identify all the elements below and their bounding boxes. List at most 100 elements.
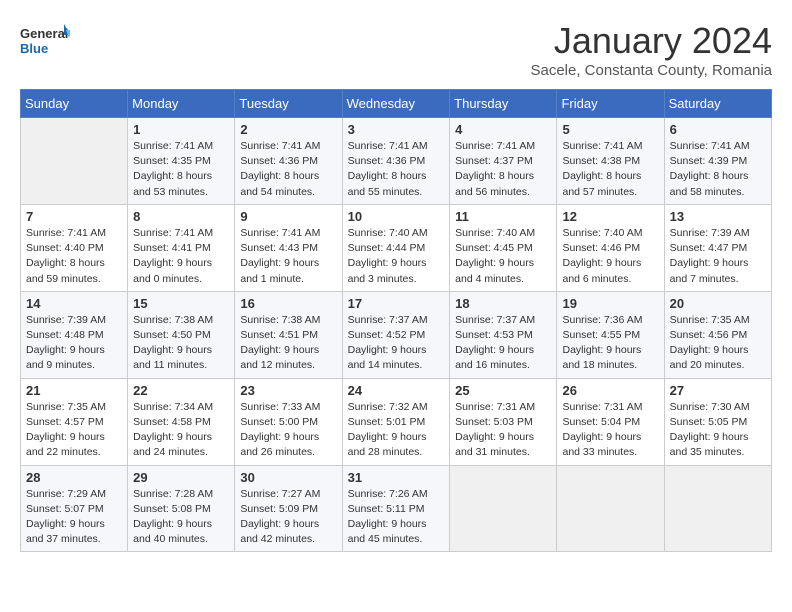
weekday-header-thursday: Thursday — [450, 90, 557, 118]
day-info: Sunrise: 7:39 AM Sunset: 4:47 PM Dayligh… — [670, 226, 766, 287]
day-number: 18 — [455, 296, 551, 311]
week-row-1: 1 Sunrise: 7:41 AM Sunset: 4:35 PM Daylig… — [21, 118, 772, 205]
day-number: 3 — [348, 122, 445, 137]
day-number: 21 — [26, 383, 122, 398]
svg-text:General: General — [20, 26, 68, 41]
calendar-cell: 16 Sunrise: 7:38 AM Sunset: 4:51 PM Dayli… — [235, 291, 342, 378]
calendar-cell: 17 Sunrise: 7:37 AM Sunset: 4:52 PM Dayli… — [342, 291, 450, 378]
month-title: January 2024 — [530, 20, 772, 62]
day-info: Sunrise: 7:41 AM Sunset: 4:35 PM Dayligh… — [133, 139, 229, 200]
day-number: 25 — [455, 383, 551, 398]
week-row-3: 14Sunrise: 7:39 AM Sunset: 4:48 PM Dayli… — [21, 291, 772, 378]
calendar-cell: 29 Sunrise: 7:28 AM Sunset: 5:08 PM Dayli… — [128, 465, 235, 552]
day-number: 9 — [240, 209, 336, 224]
weekday-header-saturday: Saturday — [664, 90, 771, 118]
day-info: Sunrise: 7:35 AM Sunset: 4:56 PM Dayligh… — [670, 313, 766, 374]
calendar-cell: 4 Sunrise: 7:41 AM Sunset: 4:37 PM Daylig… — [450, 118, 557, 205]
calendar-cell: 11 Sunrise: 7:40 AM Sunset: 4:45 PM Dayli… — [450, 204, 557, 291]
calendar-cell: 18 Sunrise: 7:37 AM Sunset: 4:53 PM Dayli… — [450, 291, 557, 378]
day-info: Sunrise: 7:30 AM Sunset: 5:05 PM Dayligh… — [670, 400, 766, 461]
day-number: 11 — [455, 209, 551, 224]
calendar-cell — [450, 465, 557, 552]
calendar-cell: 9 Sunrise: 7:41 AM Sunset: 4:43 PM Daylig… — [235, 204, 342, 291]
day-number: 4 — [455, 122, 551, 137]
day-info: Sunrise: 7:35 AM Sunset: 4:57 PM Dayligh… — [26, 400, 122, 461]
day-info: Sunrise: 7:37 AM Sunset: 4:52 PM Dayligh… — [348, 313, 445, 374]
day-number: 12 — [562, 209, 658, 224]
calendar-cell: 13 Sunrise: 7:39 AM Sunset: 4:47 PM Dayli… — [664, 204, 771, 291]
day-number: 27 — [670, 383, 766, 398]
day-info: Sunrise: 7:28 AM Sunset: 5:08 PM Dayligh… — [133, 487, 229, 548]
calendar-cell: 12 Sunrise: 7:40 AM Sunset: 4:46 PM Dayli… — [557, 204, 664, 291]
day-info: Sunrise: 7:26 AM Sunset: 5:11 PM Dayligh… — [348, 487, 445, 548]
day-info: Sunrise: 7:41 AM Sunset: 4:38 PM Dayligh… — [562, 139, 658, 200]
day-info: Sunrise: 7:31 AM Sunset: 5:04 PM Dayligh… — [562, 400, 658, 461]
calendar-cell — [664, 465, 771, 552]
day-number: 29 — [133, 470, 229, 485]
day-number: 31 — [348, 470, 445, 485]
day-number: 6 — [670, 122, 766, 137]
calendar-cell: 23Sunrise: 7:33 AM Sunset: 5:00 PM Dayli… — [235, 378, 342, 465]
calendar-cell: 24 Sunrise: 7:32 AM Sunset: 5:01 PM Dayli… — [342, 378, 450, 465]
week-row-4: 21 Sunrise: 7:35 AM Sunset: 4:57 PM Dayli… — [21, 378, 772, 465]
weekday-header-row: SundayMondayTuesdayWednesdayThursdayFrid… — [21, 90, 772, 118]
calendar-cell: 27 Sunrise: 7:30 AM Sunset: 5:05 PM Dayli… — [664, 378, 771, 465]
day-info: Sunrise: 7:41 AM Sunset: 4:37 PM Dayligh… — [455, 139, 551, 200]
calendar-cell: 25Sunrise: 7:31 AM Sunset: 5:03 PM Dayli… — [450, 378, 557, 465]
day-info: Sunrise: 7:38 AM Sunset: 4:50 PM Dayligh… — [133, 313, 229, 374]
calendar-cell: 28Sunrise: 7:29 AM Sunset: 5:07 PM Dayli… — [21, 465, 128, 552]
day-number: 17 — [348, 296, 445, 311]
day-info: Sunrise: 7:40 AM Sunset: 4:46 PM Dayligh… — [562, 226, 658, 287]
calendar-cell: 8Sunrise: 7:41 AM Sunset: 4:41 PM Daylig… — [128, 204, 235, 291]
day-info: Sunrise: 7:41 AM Sunset: 4:40 PM Dayligh… — [26, 226, 122, 287]
calendar-cell: 1 Sunrise: 7:41 AM Sunset: 4:35 PM Daylig… — [128, 118, 235, 205]
logo-icon: General Blue — [20, 20, 70, 64]
weekday-header-monday: Monday — [128, 90, 235, 118]
header: General Blue January 2024 Sacele, Consta… — [20, 20, 772, 79]
calendar-cell: 26 Sunrise: 7:31 AM Sunset: 5:04 PM Dayli… — [557, 378, 664, 465]
day-info: Sunrise: 7:41 AM Sunset: 4:36 PM Dayligh… — [240, 139, 336, 200]
day-number: 5 — [562, 122, 658, 137]
day-number: 8 — [133, 209, 229, 224]
calendar-cell: 3Sunrise: 7:41 AM Sunset: 4:36 PM Daylig… — [342, 118, 450, 205]
calendar-cell — [557, 465, 664, 552]
day-number: 7 — [26, 209, 122, 224]
day-number: 28 — [26, 470, 122, 485]
calendar-cell: 5 Sunrise: 7:41 AM Sunset: 4:38 PM Daylig… — [557, 118, 664, 205]
day-number: 16 — [240, 296, 336, 311]
calendar-cell: 22 Sunrise: 7:34 AM Sunset: 4:58 PM Dayli… — [128, 378, 235, 465]
day-info: Sunrise: 7:32 AM Sunset: 5:01 PM Dayligh… — [348, 400, 445, 461]
svg-text:Blue: Blue — [20, 41, 48, 56]
day-info: Sunrise: 7:33 AM Sunset: 5:00 PM Dayligh… — [240, 400, 336, 461]
day-info: Sunrise: 7:34 AM Sunset: 4:58 PM Dayligh… — [133, 400, 229, 461]
day-info: Sunrise: 7:41 AM Sunset: 4:39 PM Dayligh… — [670, 139, 766, 200]
day-info: Sunrise: 7:39 AM Sunset: 4:48 PM Dayligh… — [26, 313, 122, 374]
day-info: Sunrise: 7:41 AM Sunset: 4:43 PM Dayligh… — [240, 226, 336, 287]
day-number: 13 — [670, 209, 766, 224]
day-number: 24 — [348, 383, 445, 398]
day-info: Sunrise: 7:27 AM Sunset: 5:09 PM Dayligh… — [240, 487, 336, 548]
day-number: 15 — [133, 296, 229, 311]
day-number: 1 — [133, 122, 229, 137]
calendar-table: SundayMondayTuesdayWednesdayThursdayFrid… — [20, 89, 772, 552]
weekday-header-wednesday: Wednesday — [342, 90, 450, 118]
title-area: January 2024 Sacele, Constanta County, R… — [530, 20, 772, 79]
calendar-cell: 2 Sunrise: 7:41 AM Sunset: 4:36 PM Daylig… — [235, 118, 342, 205]
week-row-2: 7 Sunrise: 7:41 AM Sunset: 4:40 PM Daylig… — [21, 204, 772, 291]
day-number: 2 — [240, 122, 336, 137]
weekday-header-tuesday: Tuesday — [235, 90, 342, 118]
calendar-cell: 19Sunrise: 7:36 AM Sunset: 4:55 PM Dayli… — [557, 291, 664, 378]
calendar-cell: 7 Sunrise: 7:41 AM Sunset: 4:40 PM Daylig… — [21, 204, 128, 291]
day-info: Sunrise: 7:37 AM Sunset: 4:53 PM Dayligh… — [455, 313, 551, 374]
day-info: Sunrise: 7:36 AM Sunset: 4:55 PM Dayligh… — [562, 313, 658, 374]
day-number: 26 — [562, 383, 658, 398]
day-info: Sunrise: 7:38 AM Sunset: 4:51 PM Dayligh… — [240, 313, 336, 374]
day-info: Sunrise: 7:40 AM Sunset: 4:44 PM Dayligh… — [348, 226, 445, 287]
day-info: Sunrise: 7:40 AM Sunset: 4:45 PM Dayligh… — [455, 226, 551, 287]
location-title: Sacele, Constanta County, Romania — [530, 62, 772, 79]
calendar-cell: 31 Sunrise: 7:26 AM Sunset: 5:11 PM Dayli… — [342, 465, 450, 552]
day-number: 30 — [240, 470, 336, 485]
calendar-cell: 6 Sunrise: 7:41 AM Sunset: 4:39 PM Daylig… — [664, 118, 771, 205]
calendar-cell: 15 Sunrise: 7:38 AM Sunset: 4:50 PM Dayli… — [128, 291, 235, 378]
day-number: 22 — [133, 383, 229, 398]
